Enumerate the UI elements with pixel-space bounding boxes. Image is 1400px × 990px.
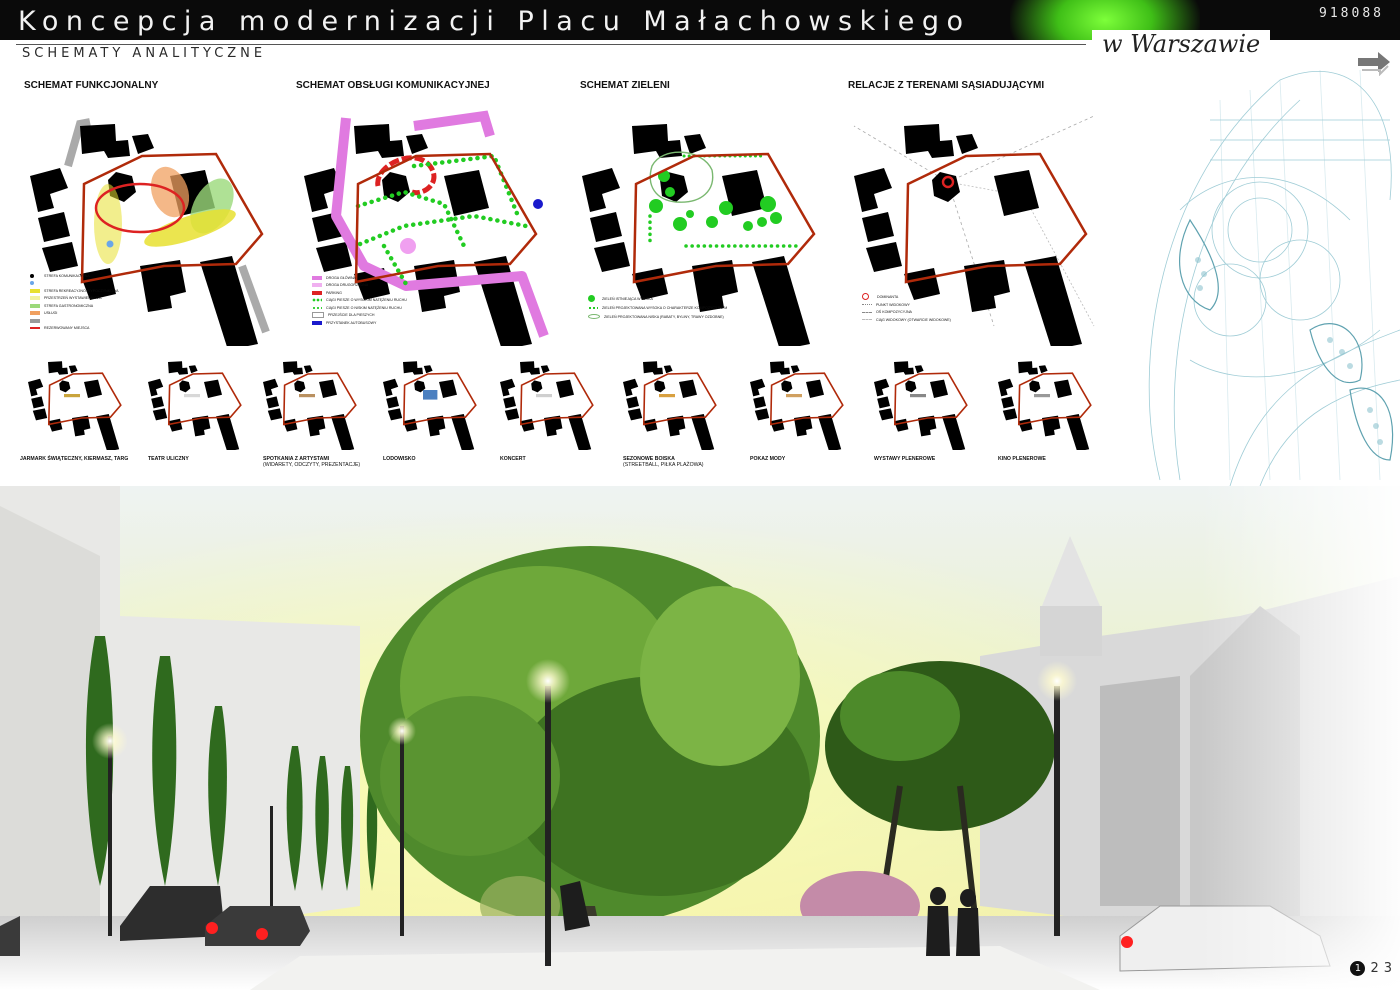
event-label-8: WYSTAWY PLENEROWE [874, 456, 935, 462]
event-marker-7 [786, 394, 802, 398]
street-view-render [0, 486, 1400, 990]
header-rule [16, 44, 1086, 45]
event-plan-9 [998, 361, 1092, 450]
event-title-9: KINO PLENEROWE [998, 456, 1046, 462]
event-label-6: SEZONOWE BOISKA (STREETBALL, PIŁKA PLAŻOW… [623, 456, 704, 468]
scheme-title-relations: RELACJE Z TERENAMI SĄSIADUJĄCYMI [848, 80, 1045, 91]
event-marker-2 [184, 394, 200, 398]
event-marker-1 [64, 394, 80, 398]
page-title: Koncepcja modernizacji Placu Małachowski… [18, 6, 971, 37]
page-indicator: 1 2 3 [1350, 961, 1392, 976]
event-subtitle-3: (WIDARETY, ODCZYTY, PREZENTACJE) [263, 462, 361, 468]
project-number: 918088 [1319, 6, 1384, 21]
functional-legend: STREFA KOMUNIKACYJNA STREFA REKREACYJNO-… [30, 272, 119, 332]
relations-legend: DOMINANTA PUNKT WIDOKOWY OŚ KOMPOZYCYJNA… [862, 292, 951, 324]
event-title-8: WYSTAWY PLENEROWE [874, 456, 936, 462]
event-title-2: TEATR ULICZNY [148, 456, 189, 462]
event-plan-5 [500, 361, 594, 450]
event-marker-4 [423, 390, 438, 400]
page-subtitle: SCHEMATY ANALITYCZNE [22, 46, 267, 61]
event-plan-7 [750, 361, 844, 450]
traffic-legend: DROGA GŁÓWNA DROGA DRUGORZĘDNA PARKING C… [312, 274, 407, 327]
event-plan-3 [263, 361, 357, 450]
scheme-title-functional: SCHEMAT FUNKCJONALNY [24, 80, 159, 91]
event-marker-5 [536, 394, 552, 398]
event-marker-8 [910, 394, 926, 398]
event-marker-6 [659, 394, 675, 398]
page-3[interactable]: 3 [1384, 961, 1392, 976]
event-title-1: JARMARK ŚWIĄTECZNY, KIERMASZ, TARG [20, 456, 129, 462]
event-title-4: LODOWISKO [383, 456, 416, 462]
scheme-title-greenery: SCHEMAT ZIELENI [580, 80, 670, 91]
site-plan-sketch [1148, 69, 1400, 486]
event-label-2: TEATR ULICZNY [148, 456, 189, 462]
event-label-7: POKAZ MODY [750, 456, 785, 462]
event-marker-3 [299, 394, 315, 398]
event-label-5: KONCERT [500, 456, 526, 462]
event-label-3: SPOTKANIA Z ARTYSTAMI (WIDARETY, ODCZYTY,… [263, 456, 360, 468]
event-marker-9 [1034, 394, 1050, 398]
event-plan-8 [874, 361, 968, 450]
scheme-title-traffic: SCHEMAT OBSŁUGI KOMUNIKACYJNEJ [296, 80, 490, 91]
event-label-1: JARMARK ŚWIĄTECZNY, KIERMASZ, TARG [20, 456, 128, 462]
event-plan-2 [148, 361, 242, 450]
event-label-4: LODOWISKO [383, 456, 416, 462]
event-title-7: POKAZ MODY [750, 456, 786, 462]
page-current[interactable]: 1 [1350, 961, 1366, 976]
city-name: w Warszawie [1092, 30, 1271, 58]
page-2[interactable]: 2 [1370, 961, 1378, 976]
greenery-legend: ZIELEŃ ISTNIEJĄCA WYSOKA ZIELEŃ PROJEKTO… [588, 294, 727, 321]
event-plan-6 [623, 361, 717, 450]
event-subtitle-6: (STREETBALL, PIŁKA PLAŻOWA) [623, 462, 704, 468]
event-title-5: KONCERT [500, 456, 526, 462]
event-plan-1 [28, 361, 122, 450]
event-label-9: KINO PLENEROWE [998, 456, 1046, 462]
event-plan-4 [383, 361, 477, 450]
